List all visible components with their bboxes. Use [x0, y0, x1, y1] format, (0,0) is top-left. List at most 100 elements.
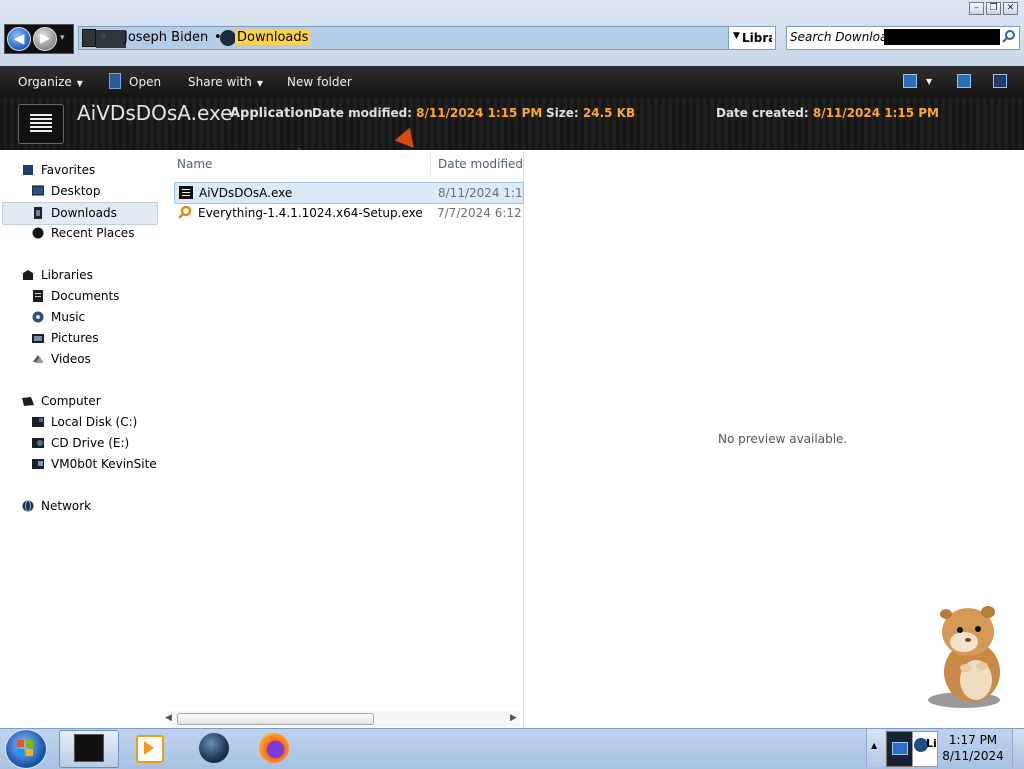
nav-libraries-label: Libraries — [41, 268, 93, 282]
open-button[interactable]: Open — [129, 74, 161, 90]
chevron-down-icon[interactable]: ▼ — [733, 31, 740, 41]
share-with-button[interactable]: Share with ▼ — [188, 74, 263, 90]
recent-places-icon — [32, 227, 44, 239]
nav-recent-places-label: Recent Places — [51, 226, 135, 240]
nav-downloads[interactable]: Downloads — [2, 202, 158, 225]
help-icon[interactable] — [993, 74, 1007, 88]
nav-favorites-label: Favorites — [41, 163, 96, 177]
file-list-pane — [168, 151, 524, 728]
file-name: Everything-1.4.1.1024.x64-Setup.exe — [198, 206, 423, 220]
cd-drive-icon — [32, 438, 44, 448]
address-glitch-overlay — [220, 30, 236, 46]
back-arrow-icon[interactable]: ◀ — [7, 27, 31, 51]
preview-message: No preview available. — [718, 432, 848, 446]
show-desktop-button[interactable] — [1012, 729, 1024, 767]
nav-desktop[interactable]: Desktop — [0, 181, 160, 202]
breadcrumb-user[interactable]: Joseph Biden — [124, 30, 208, 45]
window-controls: – ❐ ✕ — [969, 2, 1018, 15]
firefox-icon[interactable] — [259, 733, 289, 763]
search-icon[interactable] — [1002, 29, 1016, 43]
new-folder-label: New folder — [287, 75, 352, 89]
internet-explorer-icon[interactable] — [199, 733, 229, 763]
date-modified-value: 8/11/2024 1:15 PM — [416, 106, 543, 120]
tray-app-label: Lil — [926, 737, 936, 750]
file-row[interactable]: Everything-1.4.1.1024.x64-Setup.exe 7/7/… — [174, 203, 522, 223]
desktop-icon — [32, 185, 44, 196]
computer-icon — [22, 397, 34, 406]
star-icon — [23, 165, 33, 175]
search-glitch-overlay — [884, 29, 1000, 45]
windows-logo-icon — [17, 740, 33, 756]
documents-icon — [33, 290, 43, 302]
nav-network-label: Network — [41, 499, 92, 513]
file-date-modified: 7/7/2024 6:12 PM — [437, 206, 522, 220]
nav-libraries[interactable]: Libraries — [0, 265, 160, 286]
breadcrumb-downloads[interactable]: Downloads — [235, 30, 311, 45]
magnifier-installer-icon — [178, 206, 192, 219]
nav-documents-label: Documents — [51, 289, 120, 303]
nav-cd-drive[interactable]: CD Drive (E:) — [0, 433, 160, 454]
sort-ascending-icon: ˆ — [297, 148, 302, 158]
breadcrumb-separator-icon — [100, 33, 106, 39]
share-with-label: Share with — [188, 75, 252, 89]
nav-network[interactable]: Network — [0, 496, 160, 517]
nav-music[interactable]: Music — [0, 307, 160, 328]
nav-computer[interactable]: Computer — [0, 391, 160, 412]
nav-downloads-label: Downloads — [51, 206, 117, 220]
scroll-right-arrow-icon[interactable]: ▶ — [510, 713, 517, 723]
nav-pictures-label: Pictures — [51, 331, 99, 345]
nav-documents[interactable]: Documents — [0, 286, 160, 307]
nav-videos-label: Videos — [51, 352, 91, 366]
application-file-icon-lines — [30, 114, 52, 132]
videos-icon — [33, 355, 43, 363]
nav-music-label: Music — [51, 310, 86, 324]
nav-cd-drive-label: CD Drive (E:) — [51, 436, 130, 450]
network-drive-icon — [32, 459, 44, 469]
column-divider[interactable] — [430, 153, 431, 175]
chevron-up-icon: ▲ — [871, 741, 878, 750]
column-header-name[interactable]: Name — [177, 157, 212, 171]
nav-desktop-label: Desktop — [51, 184, 101, 198]
address-dropdown-label: Librar — [742, 31, 772, 45]
date-created-value: 8/11/2024 1:15 PM — [812, 106, 939, 120]
nav-videos[interactable]: Videos — [0, 349, 160, 370]
network-globe-icon — [22, 500, 34, 512]
open-icon — [109, 73, 121, 89]
chevron-down-icon[interactable]: ▼ — [926, 74, 932, 90]
details-date-modified: Date modified: 8/11/2024 1:15 PM — [312, 106, 542, 120]
nav-local-disk[interactable]: Local Disk (C:) — [0, 412, 160, 433]
change-view-icon[interactable] — [903, 74, 917, 88]
close-button[interactable]: ✕ — [1003, 2, 1018, 15]
nav-recent-places[interactable]: Recent Places — [0, 223, 160, 244]
nav-network-share[interactable]: VM0b0t KevinSite — [0, 454, 160, 475]
column-header-date-modified[interactable]: Date modified — [438, 157, 523, 171]
date-modified-label: Date modified: — [312, 106, 412, 120]
date-created-label: Date created: — [716, 106, 809, 120]
size-value: 24.5 KB — [582, 106, 636, 120]
details-date-created: Date created: 8/11/2024 1:15 PM — [716, 106, 939, 120]
restore-button[interactable]: ❐ — [986, 2, 1001, 15]
hard-disk-icon — [32, 417, 44, 427]
details-size: Size: 24.5 KB — [546, 106, 635, 120]
recent-pages-chevron-icon[interactable]: ▾ — [60, 31, 70, 45]
folder-explorer-icon — [74, 734, 104, 762]
hamster-mascot-icon — [928, 606, 1000, 708]
scroll-left-arrow-icon[interactable]: ◀ — [165, 713, 172, 723]
minimize-button[interactable]: – — [969, 2, 984, 15]
clock-date: 8/11/2024 — [942, 749, 1004, 763]
open-label: Open — [129, 75, 162, 89]
scrollbar-thumb[interactable] — [177, 713, 374, 725]
preview-pane-icon[interactable] — [957, 74, 971, 88]
monitor-icon — [892, 742, 908, 755]
system-clock[interactable]: 1:17 PM 8/11/2024 — [940, 732, 1006, 764]
file-row[interactable]: AiVDsDOsA.exe 8/11/2024 1:15 P — [174, 182, 524, 204]
file-date-modified: 8/11/2024 1:15 P — [438, 186, 523, 200]
new-folder-button[interactable]: New folder — [287, 74, 352, 90]
forward-arrow-icon[interactable]: ▶ — [33, 27, 57, 51]
organize-button[interactable]: Organize ▼ — [18, 74, 83, 90]
nav-favorites[interactable]: Favorites — [0, 160, 160, 181]
libraries-icon — [23, 270, 33, 280]
nav-pictures[interactable]: Pictures — [0, 328, 160, 349]
nav-computer-label: Computer — [41, 394, 101, 408]
pictures-icon — [32, 334, 44, 343]
